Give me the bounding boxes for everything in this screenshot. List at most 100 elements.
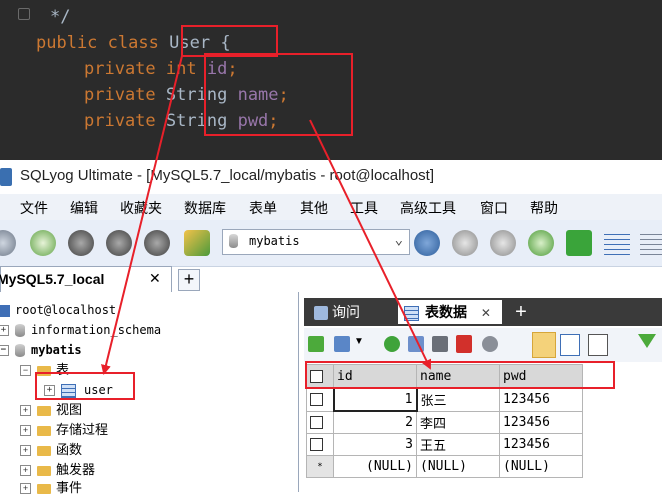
backup-icon[interactable] [452, 230, 478, 256]
tree-folder-views[interactable]: + 视图 [20, 400, 82, 420]
expand-icon[interactable]: + [20, 483, 31, 495]
class-name: User [169, 33, 211, 53]
column-header-pwd[interactable]: pwd [499, 364, 583, 389]
sync-icon[interactable] [528, 230, 554, 256]
menu-advanced-tools[interactable]: 高级工具 [400, 198, 456, 218]
new-result-tab-button[interactable]: + [510, 300, 532, 324]
cell-pwd[interactable]: 123456 [499, 387, 583, 412]
new-connection-icon[interactable] [30, 230, 56, 256]
folder-icon [37, 405, 51, 416]
window-title: SQLyog Ultimate - [MySQL5.7_local/mybati… [20, 167, 434, 184]
connection-tab-label: MySQL5.7_local [0, 271, 105, 287]
cell-name[interactable]: (NULL) [416, 455, 500, 478]
collapse-icon[interactable]: − [0, 345, 9, 356]
new-row-marker: * [306, 455, 334, 478]
text-view-icon[interactable] [588, 334, 608, 356]
folder-icon [37, 465, 51, 476]
menu-window[interactable]: 窗口 [480, 198, 508, 218]
delete-icon[interactable] [456, 335, 472, 353]
schema-icon[interactable] [184, 230, 210, 256]
menu-help[interactable]: 帮助 [530, 198, 558, 218]
cell-id[interactable]: 1 [332, 387, 418, 412]
close-icon[interactable]: ✕ [481, 306, 491, 320]
stop-icon[interactable] [144, 230, 170, 256]
cell-id[interactable]: 2 [333, 410, 417, 434]
row-checkbox[interactable] [306, 433, 334, 456]
tree-folder-events[interactable]: + 事件 [20, 478, 82, 498]
new-connection-tab-button[interactable]: + [178, 269, 200, 291]
expand-icon[interactable]: + [44, 385, 55, 396]
expand-icon[interactable]: + [20, 425, 31, 437]
menu-favorites[interactable]: 收藏夹 [120, 198, 162, 218]
code-editor[interactable]: */ public class User { private int id; p… [0, 0, 662, 160]
menu-table[interactable]: 表单 [249, 198, 277, 218]
execute-all-icon[interactable] [106, 230, 132, 256]
form-view-icon[interactable] [560, 334, 580, 356]
user-manager-icon[interactable] [414, 230, 440, 256]
cell-name[interactable]: 李四 [416, 410, 500, 434]
filter-icon[interactable] [638, 334, 656, 348]
tab-query[interactable]: 询问 [310, 300, 392, 324]
column-header-name[interactable]: name [416, 364, 500, 389]
tree-table-user[interactable]: + user [44, 380, 113, 400]
cell-name[interactable]: 张三 [416, 387, 500, 412]
expand-icon[interactable]: + [0, 325, 9, 336]
row-checkbox[interactable] [306, 410, 334, 434]
menu-other[interactable]: 其他 [300, 198, 328, 218]
select-all-checkbox[interactable] [306, 364, 334, 389]
cell-name[interactable]: 王五 [416, 433, 500, 456]
connection-tab[interactable]: MySQL5.7_local ✕ [0, 266, 172, 293]
save-icon[interactable] [432, 336, 448, 352]
menu-edit[interactable]: 编辑 [70, 198, 98, 218]
comment-end: */ [50, 7, 71, 27]
grid-view-icon[interactable] [532, 332, 556, 358]
cancel-icon[interactable] [482, 336, 498, 352]
tree-folder-procedures[interactable]: + 存储过程 [20, 420, 108, 440]
execute-icon[interactable] [68, 230, 94, 256]
column-header-id[interactable]: id [333, 364, 417, 389]
table-row[interactable]: 2 李四 123456 [306, 410, 583, 434]
cell-pwd[interactable]: 123456 [499, 433, 583, 456]
insert-row-icon[interactable] [308, 336, 324, 352]
row-checkbox[interactable] [306, 387, 334, 412]
expand-icon[interactable]: + [20, 445, 31, 457]
cell-pwd[interactable]: (NULL) [499, 455, 583, 478]
chevron-down-icon[interactable]: ⌄ [395, 232, 403, 248]
restore-icon[interactable] [490, 230, 516, 256]
table-row[interactable]: 3 王五 123456 [306, 433, 583, 456]
server-icon [0, 304, 10, 317]
connect-icon[interactable] [0, 230, 16, 256]
tree-folder-triggers[interactable]: + 触发器 [20, 460, 95, 480]
database-select[interactable]: mybatis ⌄ [222, 229, 410, 255]
tree-db-mybatis[interactable]: − mybatis [0, 340, 82, 360]
fold-icon[interactable] [18, 8, 30, 20]
table-icon[interactable] [640, 230, 662, 256]
export-icon[interactable] [334, 336, 350, 352]
tab-table-data[interactable]: 表数据 ✕ [398, 300, 502, 324]
menu-file[interactable]: 文件 [20, 198, 48, 218]
table-row[interactable]: 1 张三 123456 [306, 387, 583, 412]
add-icon[interactable] [384, 336, 400, 352]
duplicate-icon[interactable] [408, 336, 424, 352]
cell-id[interactable]: (NULL) [333, 455, 417, 478]
data-toolbar: ▼ [304, 328, 662, 362]
cell-pwd[interactable]: 123456 [499, 410, 583, 434]
expand-icon[interactable]: + [20, 465, 31, 477]
import-icon[interactable] [566, 230, 592, 256]
expand-icon[interactable]: + [20, 405, 31, 417]
field-id: private int id; [84, 59, 238, 79]
tree-root[interactable]: root@localhost [0, 300, 116, 320]
tree-db-information-schema[interactable]: + information_schema [0, 320, 161, 340]
folder-icon [37, 483, 51, 494]
table-row-new[interactable]: * (NULL) (NULL) (NULL) [306, 455, 583, 478]
tree-folder-tables[interactable]: − 表 [20, 360, 69, 380]
grid-icon[interactable] [604, 230, 630, 256]
tree-folder-functions[interactable]: + 函数 [20, 440, 82, 460]
chevron-down-icon[interactable]: ▼ [354, 336, 364, 347]
menu-database[interactable]: 数据库 [184, 198, 226, 218]
close-icon[interactable]: ✕ [149, 270, 161, 287]
menu-tools[interactable]: 工具 [350, 198, 378, 218]
collapse-icon[interactable]: − [20, 365, 31, 377]
table-data-icon [404, 305, 419, 321]
cell-id[interactable]: 3 [333, 433, 417, 456]
